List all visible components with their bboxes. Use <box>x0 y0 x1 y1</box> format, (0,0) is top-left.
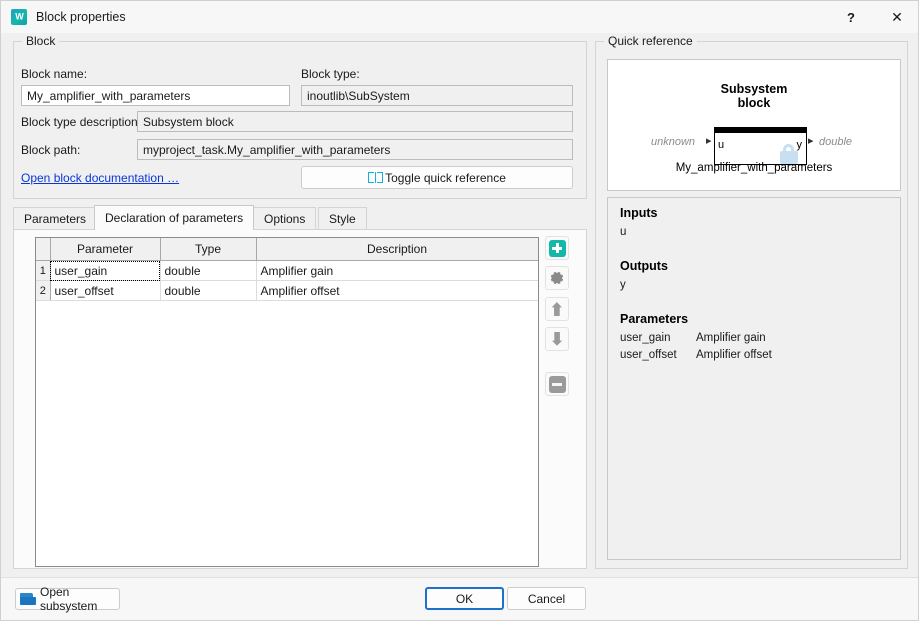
diagram-title-line2: block <box>608 96 900 110</box>
row-number: 1 <box>36 261 50 281</box>
column-header-parameter[interactable]: Parameter <box>50 238 160 261</box>
help-button[interactable]: ? <box>828 1 874 33</box>
table-row[interactable]: 1 user_gain double Amplifier gain <box>36 261 538 281</box>
cell-description[interactable]: Amplifier gain <box>256 261 538 281</box>
tab-declaration-of-parameters[interactable]: Declaration of parameters <box>94 205 254 230</box>
quick-reference-info-panel: Inputs u Outputs y Parameters user_gain … <box>607 197 901 560</box>
block-type-description-input <box>137 111 573 132</box>
block-name-input[interactable] <box>21 85 290 106</box>
parameters-table[interactable]: Parameter Type Description 1 user_gain d… <box>35 237 539 567</box>
subsystem-block-shape: u y <box>714 127 807 165</box>
book-icon <box>368 172 383 184</box>
output-name: y <box>620 277 900 294</box>
input-port-arrow-icon: ▸ <box>706 136 712 147</box>
window-title: Block properties <box>36 10 126 24</box>
gear-icon <box>549 270 565 286</box>
input-name: u <box>620 224 900 241</box>
input-port-label: u <box>718 139 724 151</box>
row-number-header <box>36 238 50 261</box>
parameter-name: user_gain <box>620 330 696 347</box>
outputs-section-title: Outputs <box>620 259 900 273</box>
ok-label: OK <box>456 592 473 606</box>
move-up-button[interactable] <box>545 297 569 321</box>
cell-description[interactable]: Amplifier offset <box>256 281 538 301</box>
parameters-section-title: Parameters <box>620 312 900 326</box>
tabstrip: Parameters Declaration of parameters Opt… <box>13 207 587 230</box>
plus-icon <box>549 240 566 257</box>
diagram-title: Subsystem block <box>608 82 900 110</box>
cell-parameter[interactable]: user_offset <box>50 281 160 301</box>
tab-options[interactable]: Options <box>253 207 316 230</box>
parameter-name: user_offset <box>620 347 696 364</box>
app-logo-glyph: W <box>11 12 27 21</box>
toggle-quick-reference-label: Toggle quick reference <box>385 171 506 185</box>
input-signal-type-label: unknown <box>651 136 695 148</box>
titlebar: W Block properties ? ✕ <box>1 1 919 34</box>
cell-type[interactable]: double <box>160 261 256 281</box>
ok-button[interactable]: OK <box>425 587 504 610</box>
move-down-button[interactable] <box>545 327 569 351</box>
folder-open-icon <box>20 592 37 606</box>
diagram-title-line1: Subsystem <box>608 82 900 96</box>
output-port-arrow-icon: ▸ <box>808 136 814 147</box>
cell-type[interactable]: double <box>160 281 256 301</box>
cancel-label: Cancel <box>528 592 565 606</box>
diagram-block-caption: My_amplifier_with_parameters <box>607 162 901 174</box>
tab-style[interactable]: Style <box>318 207 367 230</box>
table-header-row: Parameter Type Description <box>36 238 538 261</box>
table-empty-area <box>36 301 538 302</box>
block-group-legend: Block <box>22 34 59 48</box>
app-logo-icon: W <box>11 9 27 25</box>
toggle-quick-reference-button[interactable]: Toggle quick reference <box>301 166 573 189</box>
block-type-description-label: Block type description: <box>21 115 141 129</box>
arrow-up-icon <box>550 301 564 317</box>
row-number-gutter-filler <box>36 301 50 302</box>
open-subsystem-button[interactable]: Open subsystem <box>15 588 120 610</box>
parameter-entry: user_gain Amplifier gain <box>620 330 900 347</box>
table-row[interactable]: 2 user_offset double Amplifier offset <box>36 281 538 301</box>
parameter-entry: user_offset Amplifier offset <box>620 347 900 364</box>
arrow-down-icon <box>550 331 564 347</box>
add-parameter-button[interactable] <box>545 236 569 260</box>
column-header-type[interactable]: Type <box>160 238 256 261</box>
block-type-label: Block type: <box>301 67 360 81</box>
parameter-settings-button[interactable] <box>545 266 569 290</box>
inputs-section-title: Inputs <box>620 206 900 220</box>
remove-parameter-button[interactable] <box>545 372 569 396</box>
lock-icon <box>780 144 798 164</box>
open-block-documentation-link-top[interactable]: Open block documentation … <box>21 171 179 185</box>
tab-parameters[interactable]: Parameters <box>13 207 97 230</box>
row-number: 2 <box>36 281 50 301</box>
output-signal-type-label: double <box>819 136 852 148</box>
open-subsystem-label: Open subsystem <box>40 585 119 613</box>
parameter-description: Amplifier offset <box>696 347 772 364</box>
block-path-label: Block path: <box>21 143 80 157</box>
window-controls: ? ✕ <box>828 1 919 33</box>
close-icon[interactable]: ✕ <box>874 1 919 33</box>
cell-parameter[interactable]: user_gain <box>50 261 160 281</box>
parameter-description: Amplifier gain <box>696 330 766 347</box>
empty-cell <box>160 301 256 302</box>
cancel-button[interactable]: Cancel <box>507 587 586 610</box>
block-top-bar <box>715 128 807 133</box>
block-type-input <box>301 85 573 106</box>
minus-icon <box>549 376 566 393</box>
empty-cell <box>50 301 160 302</box>
column-header-description[interactable]: Description <box>256 238 538 261</box>
block-name-label: Block name: <box>21 67 87 81</box>
empty-cell <box>256 301 538 302</box>
block-path-input <box>137 139 573 160</box>
quick-reference-legend: Quick reference <box>604 34 697 48</box>
block-properties-dialog: W Block properties ? ✕ Block Block name:… <box>0 0 919 621</box>
